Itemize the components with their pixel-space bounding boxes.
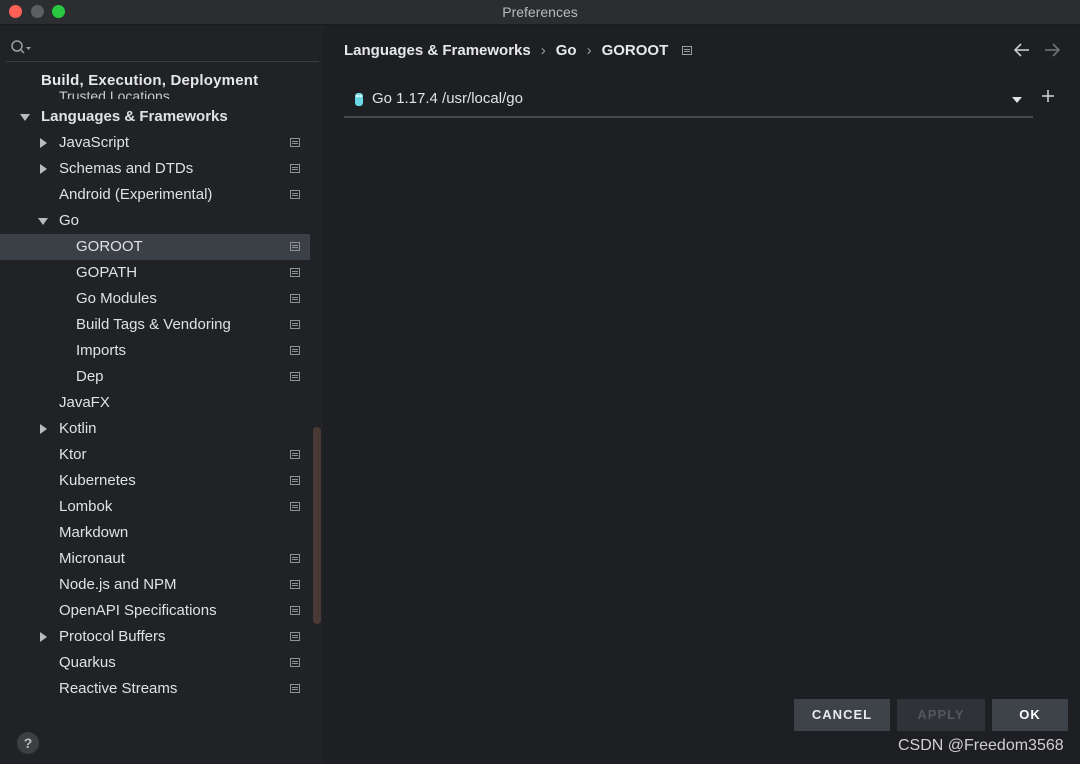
page-settings-icon xyxy=(290,450,300,459)
tree-item-goroot[interactable]: GOROOT xyxy=(0,234,310,260)
page-settings-icon xyxy=(290,294,300,303)
tree-item-label: Schemas and DTDs xyxy=(59,160,194,177)
ok-button[interactable]: OK xyxy=(992,699,1068,731)
page-settings-icon xyxy=(290,476,300,485)
tree-item-label: Lombok xyxy=(59,498,113,515)
tree-item-protocol-buffers[interactable]: Protocol Buffers xyxy=(0,624,310,650)
tree-item-micronaut[interactable]: Micronaut xyxy=(0,546,310,572)
apply-button[interactable]: APPLY xyxy=(897,699,985,731)
tree-item-label: OpenAPI Specifications xyxy=(59,602,217,619)
go-sdk-value: Go 1.17.4 /usr/local/go xyxy=(372,90,523,107)
tree-item-imports[interactable]: Imports xyxy=(0,338,310,364)
page-settings-icon xyxy=(290,606,300,615)
search-icon xyxy=(11,40,31,54)
breadcrumb-separator-icon: › xyxy=(540,42,546,59)
tree-item-label: JavaFX xyxy=(59,394,110,411)
tree-item-label: Kotlin xyxy=(59,420,97,437)
forward-arrow-icon[interactable] xyxy=(1043,42,1061,58)
page-settings-icon xyxy=(290,164,300,173)
help-button[interactable]: ? xyxy=(17,732,39,754)
page-settings-icon xyxy=(290,502,300,511)
section-header[interactable]: Build, Execution, Deployment xyxy=(41,72,258,89)
tree-item-label: Build Tags & Vendoring xyxy=(76,316,231,333)
tree-item-javascript[interactable]: JavaScript xyxy=(0,130,310,156)
breadcrumb-current: GOROOT xyxy=(601,42,669,59)
tree-item-label: GOPATH xyxy=(76,264,138,281)
tree-item-lombok[interactable]: Lombok xyxy=(0,494,310,520)
tree-item-openapi-specifications[interactable]: OpenAPI Specifications xyxy=(0,598,310,624)
page-settings-icon xyxy=(290,684,300,693)
go-sdk-select[interactable]: Go 1.17.4 /usr/local/go xyxy=(344,84,1033,118)
tree-item-dep[interactable]: Dep xyxy=(0,364,310,390)
page-settings-icon xyxy=(290,554,300,563)
tree-item-label: GOROOT xyxy=(76,238,143,255)
page-settings-icon xyxy=(290,138,300,147)
settings-sidebar: Build, Execution, Deployment Trusted Loc… xyxy=(0,26,323,764)
tree-item-label: Ktor xyxy=(59,446,87,463)
page-settings-icon xyxy=(290,268,300,277)
page-settings-icon xyxy=(290,658,300,667)
dropdown-arrow-icon[interactable] xyxy=(1011,95,1023,105)
tree-item-label: Markdown xyxy=(59,524,129,541)
page-settings-icon xyxy=(290,632,300,641)
tree-item-label: Dep xyxy=(76,368,104,385)
tree-item-label: Android (Experimental) xyxy=(59,186,213,203)
tree-item-label: Micronaut xyxy=(59,550,125,567)
tree-item-label: Kubernetes xyxy=(59,472,136,489)
page-settings-icon xyxy=(682,46,693,55)
tree-item-label: Languages & Frameworks xyxy=(41,108,228,125)
tree-item-trusted-locations[interactable]: Trusted Locations xyxy=(59,89,170,99)
tree-item-node-js-and-npm[interactable]: Node.js and NPM xyxy=(0,572,310,598)
collapsed-arrow-icon[interactable] xyxy=(38,138,48,148)
tree-item-markdown[interactable]: Markdown xyxy=(0,520,310,546)
tree-item-label: Protocol Buffers xyxy=(59,628,166,645)
tree-item-android-experimental[interactable]: Android (Experimental) xyxy=(0,182,310,208)
title-bar: Preferences xyxy=(0,0,1080,25)
tree-item-kubernetes[interactable]: Kubernetes xyxy=(0,468,310,494)
tree-item-ktor[interactable]: Ktor xyxy=(0,442,310,468)
settings-tree: Build, Execution, Deployment Trusted Loc… xyxy=(0,70,310,710)
page-settings-icon xyxy=(290,580,300,589)
collapsed-arrow-icon[interactable] xyxy=(38,164,48,174)
breadcrumb-separator-icon: › xyxy=(586,42,592,59)
expanded-arrow-icon[interactable] xyxy=(38,216,48,226)
tree-item-gopath[interactable]: GOPATH xyxy=(0,260,310,286)
go-sdk-icon xyxy=(355,93,363,106)
back-arrow-icon[interactable] xyxy=(1013,42,1031,58)
tree-item-label: Reactive Streams xyxy=(59,680,178,697)
tree-item-go[interactable]: Go xyxy=(0,208,310,234)
tree-item-label: Go xyxy=(59,212,80,229)
collapsed-arrow-icon[interactable] xyxy=(38,632,48,642)
tree-item-languages-frameworks[interactable]: Languages & Frameworks xyxy=(0,104,310,130)
breadcrumb: Languages & Frameworks › Go › GOROOT xyxy=(344,42,693,59)
tree-item-quarkus[interactable]: Quarkus xyxy=(0,650,310,676)
collapsed-arrow-icon[interactable] xyxy=(38,424,48,434)
page-settings-icon xyxy=(290,320,300,329)
expanded-arrow-icon[interactable] xyxy=(20,112,30,122)
tree-item-build-tags-vendoring[interactable]: Build Tags & Vendoring xyxy=(0,312,310,338)
breadcrumb-item[interactable]: Go xyxy=(556,42,577,59)
cancel-button[interactable]: CANCEL xyxy=(794,699,890,731)
tree-item-reactive-streams[interactable]: Reactive Streams xyxy=(0,676,310,702)
page-settings-icon xyxy=(290,346,300,355)
sidebar-scrollbar[interactable] xyxy=(313,427,321,624)
tree-item-label: Go Modules xyxy=(76,290,157,307)
window-title: Preferences xyxy=(502,4,578,20)
tree-item-schemas-and-dtds[interactable]: Schemas and DTDs xyxy=(0,156,310,182)
tree-item-javafx[interactable]: JavaFX xyxy=(0,390,310,416)
page-settings-icon xyxy=(290,190,300,199)
breadcrumb-item[interactable]: Languages & Frameworks xyxy=(344,42,531,59)
tree-item-label: Node.js and NPM xyxy=(59,576,177,593)
tree-item-go-modules[interactable]: Go Modules xyxy=(0,286,310,312)
settings-main-panel: Languages & Frameworks › Go › GOROOT Go … xyxy=(323,26,1080,764)
page-settings-icon xyxy=(290,242,300,251)
plus-icon[interactable] xyxy=(1040,88,1056,104)
tree-item-label: JavaScript xyxy=(59,134,130,151)
tree-item-kotlin[interactable]: Kotlin xyxy=(0,416,310,442)
tree-item-label: Imports xyxy=(76,342,127,359)
watermark: CSDN @Freedom3568 xyxy=(898,737,1064,754)
tree-item-label: Quarkus xyxy=(59,654,116,671)
page-settings-icon xyxy=(290,372,300,381)
settings-search-input[interactable] xyxy=(6,34,319,62)
